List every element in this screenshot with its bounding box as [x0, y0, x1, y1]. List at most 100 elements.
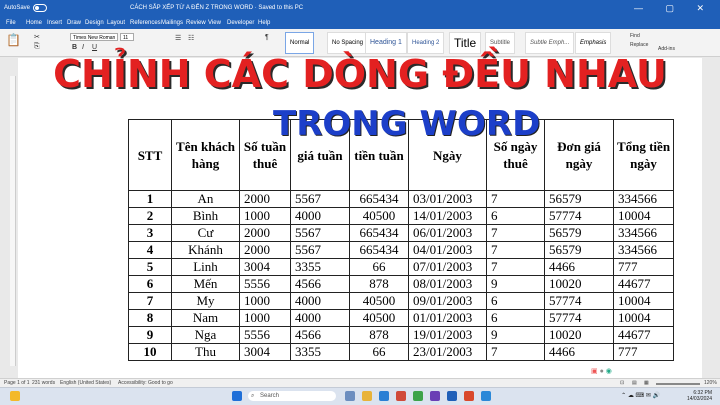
cell-stt[interactable]: 3 [128, 224, 172, 242]
cell-day-price[interactable]: 10020 [544, 275, 614, 293]
tab-developer[interactable]: Developer [227, 20, 254, 26]
language[interactable]: English (United States) [60, 380, 111, 386]
find-button[interactable]: Find [630, 33, 640, 39]
cell-customer[interactable]: Thu [171, 343, 240, 361]
tab-draw[interactable]: Draw [67, 20, 81, 26]
cell-days[interactable]: 9 [486, 326, 545, 344]
cell-day-total[interactable]: 777 [613, 258, 674, 276]
cell-day-price[interactable]: 4466 [544, 343, 614, 361]
cell-week-amount[interactable]: 665434 [349, 224, 409, 242]
weather-icon[interactable] [10, 391, 20, 401]
file-explorer-icon[interactable] [362, 391, 372, 401]
tab-layout[interactable]: Layout [107, 20, 125, 26]
underline-icon[interactable]: U [92, 44, 97, 51]
cell-week-price[interactable]: 4000 [290, 207, 350, 225]
cell-customer[interactable]: Nam [171, 309, 240, 327]
cell-weeks[interactable]: 2000 [239, 241, 291, 259]
tab-references[interactable]: References [130, 20, 161, 26]
cell-day-price[interactable]: 57774 [544, 207, 614, 225]
style-subtitle[interactable]: Subtitle [485, 32, 516, 54]
cell-weeks[interactable]: 1000 [239, 207, 291, 225]
style-heading-1[interactable]: Heading 1 [365, 32, 407, 54]
cell-stt[interactable]: 10 [128, 343, 172, 361]
cell-weeks[interactable]: 5556 [239, 326, 291, 344]
cell-date[interactable]: 19/01/2003 [408, 326, 487, 344]
media-icon[interactable]: ▣ [591, 368, 598, 375]
cell-week-price[interactable]: 5567 [290, 224, 350, 242]
tab-file[interactable]: File [6, 20, 16, 26]
accessibility-status[interactable]: Accessibility: Good to go [118, 380, 173, 386]
cell-week-price[interactable]: 5567 [290, 241, 350, 259]
copy-icon[interactable]: ⎘ [34, 43, 40, 51]
cell-date[interactable]: 04/01/2003 [408, 241, 487, 259]
cell-stt[interactable]: 8 [128, 309, 172, 327]
cell-week-amount[interactable]: 665434 [349, 190, 409, 208]
cell-stt[interactable]: 1 [128, 190, 172, 208]
cell-date[interactable]: 08/01/2003 [408, 275, 487, 293]
cell-week-amount[interactable]: 665434 [349, 241, 409, 259]
tab-review[interactable]: Review [186, 20, 206, 26]
cell-weeks[interactable]: 3004 [239, 258, 291, 276]
style-heading-2[interactable]: Heading 2 [407, 32, 445, 54]
cell-customer[interactable]: My [171, 292, 240, 310]
replace-button[interactable]: Replace [630, 42, 648, 48]
cell-day-total[interactable]: 334566 [613, 190, 674, 208]
style-normal[interactable]: Normal [285, 32, 315, 54]
mail-icon[interactable] [481, 391, 491, 401]
cell-days[interactable]: 7 [486, 190, 545, 208]
cell-date[interactable]: 01/01/2003 [408, 309, 487, 327]
taskbar-search[interactable]: ⌕ Search [248, 391, 336, 401]
cell-day-price[interactable]: 56579 [544, 190, 614, 208]
cell-stt[interactable]: 9 [128, 326, 172, 344]
cell-date[interactable]: 03/01/2003 [408, 190, 487, 208]
cell-week-amount[interactable]: 878 [349, 275, 409, 293]
powerpoint-icon[interactable] [464, 391, 474, 401]
cell-date[interactable]: 09/01/2003 [408, 292, 487, 310]
cell-customer[interactable]: An [171, 190, 240, 208]
cut-icon[interactable]: ✂ [34, 33, 40, 41]
cell-stt[interactable]: 4 [128, 241, 172, 259]
italic-icon[interactable]: I [82, 44, 84, 51]
bold-icon[interactable]: B [72, 44, 77, 51]
cell-customer[interactable]: Cư [171, 224, 240, 242]
cell-week-amount[interactable]: 66 [349, 343, 409, 361]
cell-day-price[interactable]: 56579 [544, 224, 614, 242]
web-layout-icon[interactable]: ▦ [644, 380, 649, 386]
cell-date[interactable]: 07/01/2003 [408, 258, 487, 276]
tab-mailings[interactable]: Mailings [161, 20, 183, 26]
cell-day-total[interactable]: 44677 [613, 326, 674, 344]
cell-weeks[interactable]: 3004 [239, 343, 291, 361]
cell-customer[interactable]: Khánh [171, 241, 240, 259]
task-view-icon[interactable] [345, 391, 355, 401]
cell-date[interactable]: 14/01/2003 [408, 207, 487, 225]
cell-weeks[interactable]: 1000 [239, 309, 291, 327]
cell-days[interactable]: 6 [486, 309, 545, 327]
cell-day-total[interactable]: 10004 [613, 207, 674, 225]
cell-day-price[interactable]: 56579 [544, 241, 614, 259]
cell-weeks[interactable]: 5556 [239, 275, 291, 293]
cell-week-price[interactable]: 4000 [290, 309, 350, 327]
cell-stt[interactable]: 2 [128, 207, 172, 225]
edge-icon[interactable]: ◉ [606, 368, 612, 375]
paste-icon[interactable]: 📋 [6, 33, 21, 47]
cell-days[interactable]: 6 [486, 292, 545, 310]
cell-days[interactable]: 9 [486, 275, 545, 293]
cell-week-price[interactable]: 5567 [290, 190, 350, 208]
taskbar-clock[interactable]: 6:32 PM 14/03/2024 [687, 390, 712, 402]
cell-date[interactable]: 06/01/2003 [408, 224, 487, 242]
cell-week-amount[interactable]: 40500 [349, 207, 409, 225]
cell-customer[interactable]: Mến [171, 275, 240, 293]
cell-day-total[interactable]: 777 [613, 343, 674, 361]
header-day-price[interactable]: Đơn giá ngày [544, 119, 614, 191]
window-controls[interactable]: — ▢ ✕ [634, 3, 714, 14]
style-emphasis[interactable]: Emphasis [575, 32, 612, 54]
cell-days[interactable]: 7 [486, 241, 545, 259]
cell-day-price[interactable]: 10020 [544, 326, 614, 344]
autosave-toggle[interactable] [33, 4, 47, 12]
cell-day-price[interactable]: 57774 [544, 309, 614, 327]
cell-week-price[interactable]: 3355 [290, 343, 350, 361]
cell-weeks[interactable]: 1000 [239, 292, 291, 310]
word-taskbar-icon[interactable] [447, 391, 457, 401]
cell-week-price[interactable]: 3355 [290, 258, 350, 276]
focus-icon[interactable]: ⊡ [620, 380, 624, 386]
